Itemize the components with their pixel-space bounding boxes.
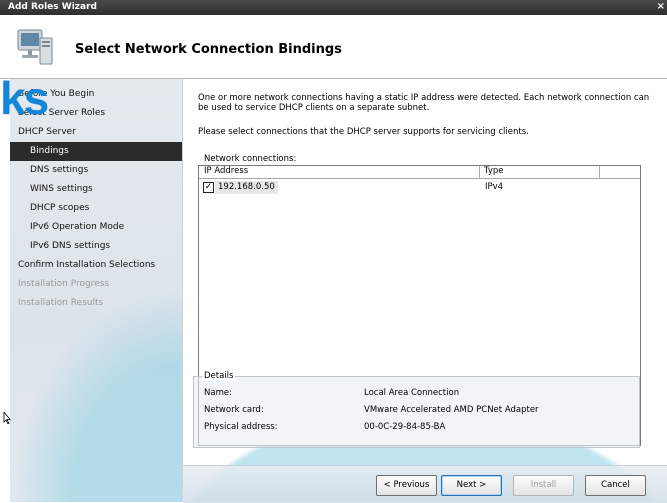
next-button[interactable]: Next > xyxy=(441,475,502,496)
column-header-ip[interactable]: IP Address xyxy=(204,166,248,176)
nav-item-dns-settings[interactable]: DNS settings xyxy=(10,161,182,180)
details-legend: Details xyxy=(202,371,236,381)
wizard-footer: < Previous Next > Install Cancel xyxy=(183,465,667,503)
nav-item-bindings[interactable]: Bindings xyxy=(10,142,182,161)
details-group: Details Name: Local Area Connection Netw… xyxy=(193,371,640,448)
list-item[interactable]: ✓ 192.168.0.50 IPv4 xyxy=(201,181,638,194)
connection-type: IPv4 xyxy=(485,182,504,192)
nav-item-confirm-installation-selections[interactable]: Confirm Installation Selections xyxy=(10,256,182,275)
window-titlebar: Add Roles Wizard × xyxy=(0,0,667,15)
list-header: IP Address Type xyxy=(199,166,640,179)
previous-button[interactable]: < Previous xyxy=(376,475,437,496)
details-label-network-card: Network card: xyxy=(204,405,264,415)
column-header-type[interactable]: Type xyxy=(484,166,504,176)
connection-checkbox[interactable]: ✓ xyxy=(203,182,214,193)
watermark-logo: ks xyxy=(0,72,49,124)
details-value-physical-address: 00-0C-29-84-85-BA xyxy=(364,422,446,432)
details-label-name: Name: xyxy=(204,388,232,398)
nav-item-installation-results[interactable]: Installation Results xyxy=(10,294,182,313)
cancel-button[interactable]: Cancel xyxy=(585,475,646,496)
close-icon[interactable]: × xyxy=(657,0,665,14)
details-value-name: Local Area Connection xyxy=(364,388,460,398)
mouse-cursor-icon xyxy=(3,412,11,424)
window-title: Add Roles Wizard xyxy=(8,2,97,12)
nav-item-dhcp-server[interactable]: DHCP Server xyxy=(10,123,182,142)
details-value-network-card: VMware Accelerated AMD PCNet Adapter xyxy=(364,405,539,415)
instruction-text: Please select connections that the DHCP … xyxy=(198,127,529,137)
nav-item-installation-progress[interactable]: Installation Progress xyxy=(10,275,182,294)
column-separator[interactable] xyxy=(479,166,480,178)
connection-ip: 192.168.0.50 xyxy=(215,181,278,194)
details-label-physical-address: Physical address: xyxy=(204,422,278,432)
install-button[interactable]: Install xyxy=(513,475,574,496)
nav-item-wins-settings[interactable]: WINS settings xyxy=(10,180,182,199)
network-computer-icon xyxy=(17,29,53,65)
nav-item-ipv6-operation-mode[interactable]: IPv6 Operation Mode xyxy=(10,218,182,237)
page-title: Select Network Connection Bindings xyxy=(75,42,342,57)
wizard-header: Select Network Connection Bindings xyxy=(0,15,667,79)
nav-background-swoosh xyxy=(10,289,182,502)
main-panel: One or more network connections having a… xyxy=(183,79,667,502)
description-text: One or more network connections having a… xyxy=(198,93,650,113)
network-connections-label: Network connections: xyxy=(204,154,297,164)
nav-item-dhcp-scopes[interactable]: DHCP scopes xyxy=(10,199,182,218)
column-separator[interactable] xyxy=(599,166,600,178)
nav-item-ipv6-dns-settings[interactable]: IPv6 DNS settings xyxy=(10,237,182,256)
wizard-nav: Before You Begin Select Server Roles DHCP … xyxy=(10,79,183,502)
